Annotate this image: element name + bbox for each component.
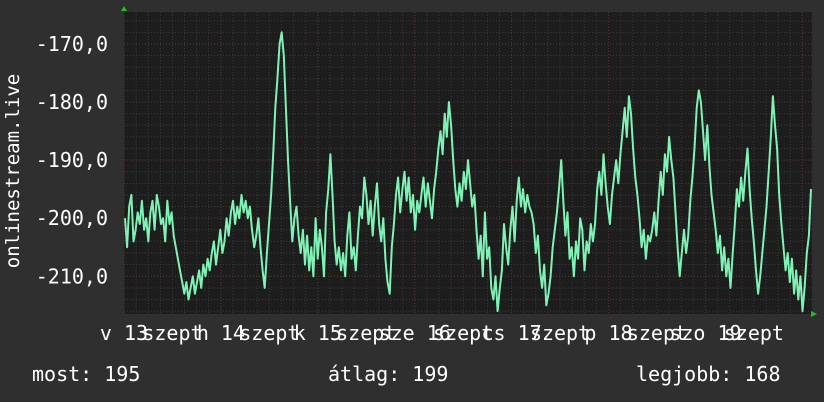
x-tick-label: v 13	[100, 321, 148, 345]
stat-average: átlag: 199	[328, 362, 449, 386]
x-axis-arrow	[811, 311, 817, 317]
y-axis-label: onlinestream.live	[2, 74, 24, 268]
x-tick-label: szept	[142, 321, 202, 345]
stat-current: most: 195	[32, 362, 141, 386]
x-tick-label: k 15	[294, 321, 342, 345]
y-tick-label: -200,0	[36, 206, 108, 230]
x-tick-label: szept	[530, 321, 590, 345]
x-tick-label: szept	[724, 321, 784, 345]
y-tick-label: -170,0	[36, 32, 108, 56]
chart: -170,0-180,0-190,0-200,0-210,0v 13szepth…	[2, 6, 817, 345]
stats-bar: most: 195 átlag: 199 legjobb: 168	[0, 362, 824, 392]
x-tick-label: szept	[239, 321, 299, 345]
stat-best: legjobb: 168	[636, 362, 781, 386]
y-axis-arrow	[121, 6, 127, 11]
y-tick-label: -210,0	[36, 264, 108, 288]
x-tick-label: h 14	[197, 321, 245, 345]
x-tick-label: p 18	[584, 321, 632, 345]
y-tick-label: -190,0	[36, 148, 108, 172]
y-tick-label: -180,0	[36, 90, 108, 114]
